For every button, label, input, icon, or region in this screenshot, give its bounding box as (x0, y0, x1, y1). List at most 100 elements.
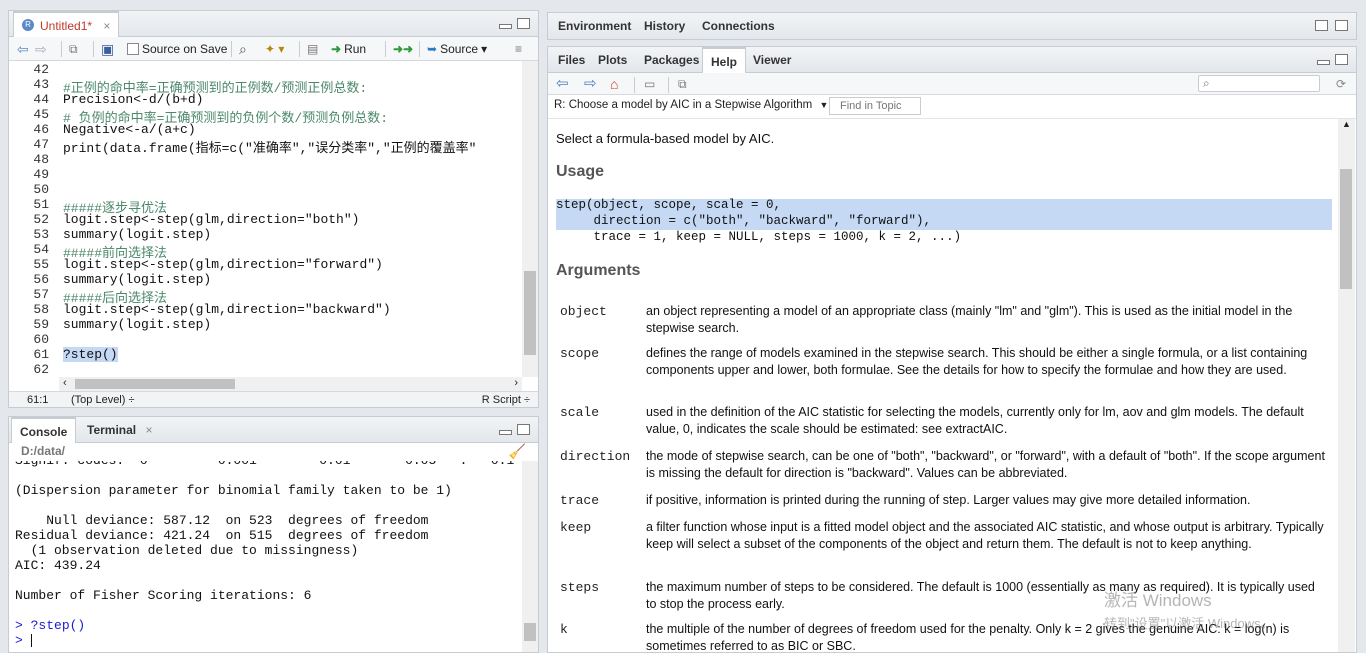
help-search-input[interactable]: ⌕ (1198, 75, 1320, 92)
tab-viewer[interactable]: Viewer (745, 47, 799, 73)
editor-vscrollbar[interactable] (522, 61, 538, 377)
rerun-icon[interactable]: ➜➜ (393, 40, 413, 58)
chevron-left-icon[interactable]: ‹ (63, 377, 67, 389)
tab-environment[interactable]: Environment (550, 13, 639, 39)
show-in-window-icon[interactable]: ⧉ (69, 40, 78, 58)
save-icon[interactable]: ▣ (101, 40, 114, 58)
maximize-icon[interactable] (517, 18, 530, 29)
source-button[interactable]: ➥ Source ▾ (427, 40, 487, 58)
outline-icon[interactable]: ≡ (515, 40, 522, 58)
minimize-icon[interactable] (1317, 60, 1330, 65)
code-line[interactable]: summary(logit.step) (63, 317, 211, 332)
chevron-up-icon[interactable]: ▲ (1342, 119, 1351, 129)
code-editor[interactable]: 42 43 #正例的命中率=正确预测到的正例数/预测正例总数: 44 Precision… (9, 61, 521, 377)
close-icon[interactable]: × (103, 19, 110, 33)
close-icon[interactable]: × (145, 423, 152, 437)
divider (419, 41, 420, 57)
home-icon[interactable]: ⌂ (610, 75, 618, 93)
topic-label: R: Choose a model by AIC in a Stepwise A… (554, 99, 813, 111)
compile-report-icon[interactable]: ▤ (307, 40, 318, 58)
code-line[interactable]: ?step() (63, 347, 118, 362)
tab-label: Untitled1* (40, 19, 93, 33)
wand-icon[interactable]: ✦ ▾ (265, 40, 284, 58)
print-icon[interactable]: ▭ (644, 75, 655, 93)
find-in-topic-input[interactable] (829, 97, 921, 115)
source-label: Source (440, 42, 479, 56)
code-line[interactable]: print(data.frame(指标=c("准确率","误分类率","正例的覆… (63, 137, 476, 156)
editor-statusbar: 61:1 (Top Level) ÷ R Script ÷ (9, 391, 538, 407)
argument-name: scale (560, 405, 600, 420)
tab-console[interactable]: Console (11, 417, 77, 443)
topic-selector[interactable]: R: Choose a model by AIC in a Stepwise A… (554, 99, 828, 111)
maximize-icon[interactable] (1335, 20, 1348, 31)
code-line[interactable]: logit.step<-step(glm,direction="forward"… (63, 257, 383, 272)
tab-connections[interactable]: Connections (694, 13, 783, 39)
source-on-save-checkbox[interactable]: Source on Save (127, 40, 227, 58)
console-path: D:/data/ (21, 444, 65, 458)
line-number: 61 (33, 347, 49, 362)
line-number: 48 (33, 152, 49, 167)
editor-hscrollbar[interactable]: ‹ › (59, 377, 522, 391)
argument-description: a filter function whose input is a fitte… (646, 520, 1324, 551)
broom-icon[interactable]: 🧹 (509, 443, 526, 460)
scroll-thumb[interactable] (524, 623, 536, 641)
console-output-line: Null deviance: 587.12 on 523 degrees of … (15, 513, 429, 528)
scroll-thumb[interactable] (1340, 169, 1352, 289)
back-icon[interactable]: ⇦ (17, 40, 29, 58)
refresh-icon[interactable]: ⟳ (1336, 75, 1346, 93)
divider (385, 41, 386, 57)
back-icon[interactable]: ⇦ (556, 75, 569, 93)
console-vscrollbar[interactable] (522, 461, 538, 652)
code-line[interactable]: logit.step<-step(glm,direction="backward… (63, 302, 391, 317)
argument-name: direction (560, 449, 631, 464)
argument-name: scope (560, 346, 600, 361)
console-pane: Console Terminal × D:/data/ 🧹 Signif. co… (8, 416, 539, 653)
run-arrow-icon: ➜ (331, 42, 342, 56)
tab-terminal[interactable]: Terminal × (79, 417, 160, 443)
argument-description: the mode of stepwise search, can be one … (646, 449, 1325, 480)
code-line[interactable]: summary(logit.step) (63, 227, 211, 242)
terminal-label: Terminal (87, 423, 137, 437)
scroll-thumb[interactable] (524, 271, 536, 355)
console-output-line: (Dispersion parameter for binomial famil… (15, 483, 452, 498)
cursor-position: 61:1 (27, 394, 49, 406)
maximize-icon[interactable] (1335, 54, 1348, 65)
console-output[interactable]: Signif. codes: 0 ‘***’ 0.001 ‘**’ 0.01 ‘… (9, 461, 522, 652)
minimize-icon[interactable] (499, 24, 512, 29)
restore-icon[interactable] (1315, 20, 1328, 31)
console-output-line: Residual deviance: 421.24 on 515 degrees… (15, 528, 429, 543)
code-line[interactable]: Negative<-a/(a+c) (63, 122, 196, 137)
console-tabbar: Console Terminal × (9, 417, 538, 443)
line-number: 53 (33, 227, 49, 242)
tab-untitled1[interactable]: R Untitled1* × (13, 11, 120, 37)
search-icon[interactable]: ⌕ (239, 40, 247, 58)
forward-icon[interactable]: ⇨ (584, 75, 597, 93)
tab-packages[interactable]: Packages (636, 47, 707, 73)
help-pane: Files Plots Packages Help Viewer ⇦ ⇨ ⌂ ▭… (547, 46, 1357, 653)
help-topic-bar: R: Choose a model by AIC in a Stepwise A… (548, 95, 1356, 119)
line-number: 56 (33, 272, 49, 287)
tab-plots[interactable]: Plots (590, 47, 635, 73)
tab-history[interactable]: History (636, 13, 693, 39)
divider (668, 77, 669, 93)
run-button[interactable]: ➜ Run (331, 40, 366, 58)
code-line[interactable]: Precision<-d/(b+d) (63, 92, 203, 107)
argument-name: k (560, 622, 568, 637)
help-vscrollbar[interactable]: ▲ (1338, 119, 1355, 652)
forward-icon[interactable]: ⇨ (35, 40, 47, 58)
tab-files[interactable]: Files (550, 47, 593, 73)
line-number: 43 (33, 77, 49, 92)
hscroll-thumb[interactable] (75, 379, 235, 389)
file-type-selector[interactable]: R Script ÷ (482, 392, 530, 407)
scope-selector[interactable]: (Top Level) ÷ (71, 392, 135, 407)
code-line[interactable]: logit.step<-step(glm,direction="both") (63, 212, 359, 227)
chevron-down-icon: ▼ (819, 100, 829, 110)
show-in-window-icon[interactable]: ⧉ (678, 75, 687, 93)
code-line[interactable]: summary(logit.step) (63, 272, 211, 287)
maximize-icon[interactable] (517, 424, 530, 435)
console-path-text: D:/data/ (21, 444, 66, 458)
chevron-right-icon[interactable]: › (514, 377, 518, 389)
tab-help[interactable]: Help (702, 47, 747, 73)
console-input[interactable]: > (15, 633, 32, 648)
minimize-icon[interactable] (499, 430, 512, 435)
